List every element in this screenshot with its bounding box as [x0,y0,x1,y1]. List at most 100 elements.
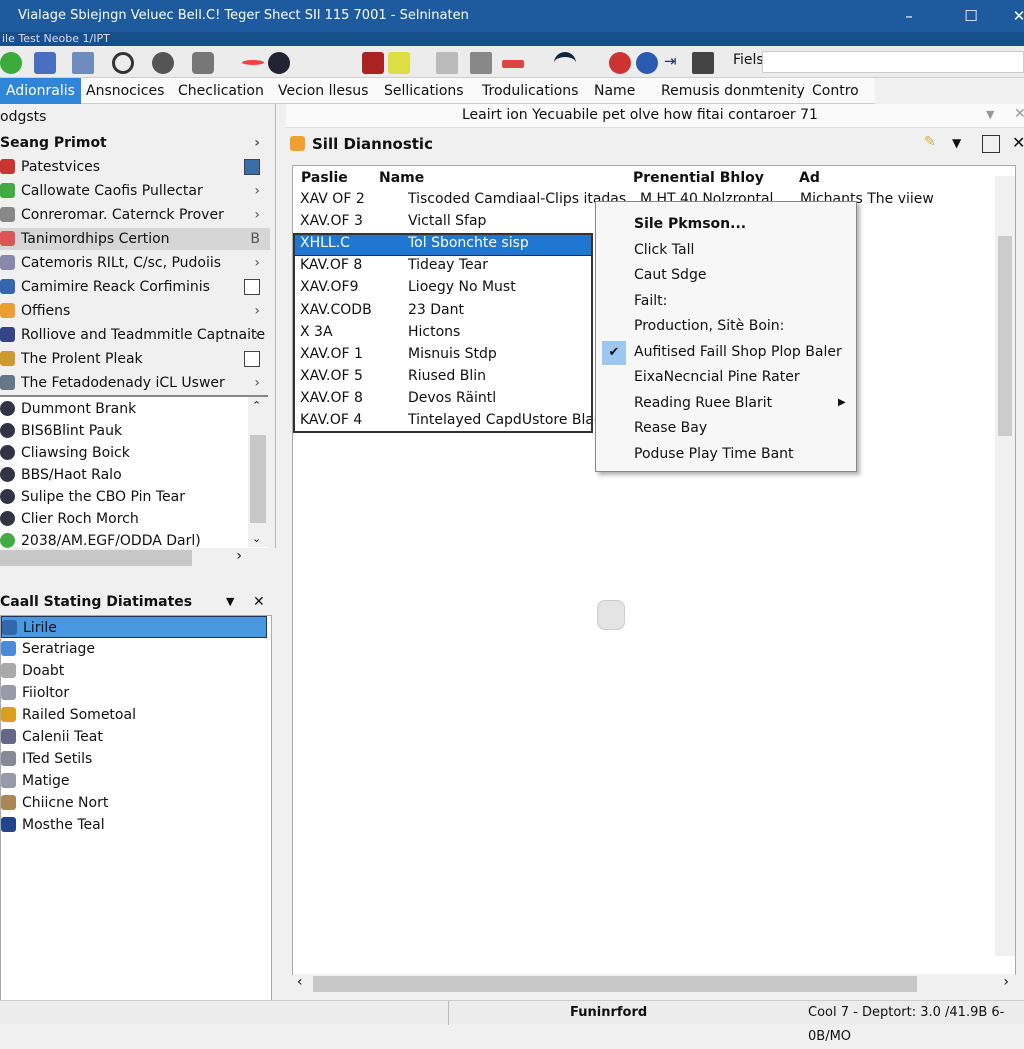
table-cell[interactable]: Victall Sfap [408,213,486,229]
list-item[interactable]: Cliawsing Boick [0,442,130,464]
list-item[interactable]: BBS/Haot Ralo [0,464,122,486]
table-cell[interactable]: XAV.OF 3 [300,213,363,229]
tree-root[interactable]: Seang Primot › [0,132,270,154]
menu-item[interactable]: EixaNecncial Pine Rater [634,369,800,385]
user-icon[interactable] [692,52,714,74]
column-header[interactable]: Name [379,170,424,186]
menu-item[interactable]: Caut Sdge [634,267,706,283]
tab-1[interactable]: Ansnocices [80,78,170,104]
menu-item[interactable]: Click Tall [634,242,694,258]
checkbox[interactable] [244,279,260,295]
close-icon[interactable]: ✕ [1012,133,1024,152]
menu-item[interactable]: Sile Pkmson... [634,216,746,232]
tab-5[interactable]: Trodulications [476,78,584,104]
maximize-button[interactable]: ☐ [948,0,994,32]
list-item[interactable]: Dummont Brank [0,398,136,420]
edit-icon[interactable]: ✎ [924,134,936,150]
record-icon[interactable] [268,52,290,74]
info-icon[interactable] [636,52,658,74]
stop-icon[interactable] [609,52,631,74]
diagnostic-item[interactable]: Railed Sometoal [1,704,267,726]
go-icon[interactable] [0,52,22,74]
tree-item[interactable]: Rolliove and Teadmmitle Captnaite › [0,324,270,346]
submenu-arrow-icon: ▶ [838,396,846,408]
list-item[interactable]: BIS6Blint Pauk [0,420,122,442]
column-header[interactable]: Prenential Bhloy [633,170,764,186]
lock-icon[interactable] [362,52,384,74]
diagnostic-item[interactable]: ITed Setils [1,748,267,770]
search-input[interactable] [762,51,1024,73]
diagnostic-item[interactable]: Doabt [1,660,267,682]
tree-item[interactable]: Camimire Reack Corfiminis [0,276,270,298]
filter-bar[interactable]: Leairt ion Yecuabile pet olve how fitai … [286,104,1024,128]
tree-item[interactable]: Patestvices [0,156,270,178]
clear-icon[interactable]: ✕ [1014,106,1024,122]
dropdown-icon[interactable]: ▼ [986,108,994,121]
diagnostic-item[interactable]: Lirile [1,616,267,638]
tab-2[interactable]: Checlication [172,78,270,104]
arrow-icon[interactable] [242,60,264,65]
restore-icon[interactable] [982,135,1000,153]
diagnostic-item[interactable]: Mosthe Teal [1,814,267,836]
checkbox[interactable] [244,159,260,175]
diagnostic-item[interactable]: Seratriage [1,638,267,660]
column-header[interactable]: Ad [799,170,820,186]
wifi-icon[interactable] [554,52,576,74]
tree-item[interactable]: Offiens › [0,300,270,322]
tool-icon[interactable] [34,52,56,74]
network-icon[interactable] [192,52,214,74]
menu-bar[interactable]: ile Test Neobe 1/IPT [0,32,1024,46]
monitor-icon[interactable] [72,52,94,74]
dropdown-icon[interactable]: ▼ [952,136,961,150]
tab-6[interactable]: Name [588,78,641,104]
settings-icon[interactable] [470,52,492,74]
globe-icon[interactable] [152,52,174,74]
table-cell[interactable]: Tiscoded Camdiaal-Clips itadas [408,191,626,207]
tree-root-label: Seang Primot [0,135,107,151]
horizontal-scrollbar[interactable]: ‹ › [293,974,1015,994]
tree-item[interactable]: Conreromar. Caternck Prover › [0,204,270,226]
lock-icon [597,600,625,630]
tab-3[interactable]: Vecion llesus [272,78,374,104]
menu-item[interactable]: Failt: [634,293,667,309]
tab-4[interactable]: Sellications [378,78,470,104]
tree-item[interactable]: The Fetadodenady iCL Uswer › [0,372,270,394]
table-cell[interactable]: XAV OF 2 [300,191,365,207]
menu-item[interactable]: Production, Sitè Boin: [634,318,784,334]
list-item-label: Dummont Brank [21,401,137,417]
list-item-label: 2038/AM.EGF/ODDA Darl) [21,533,201,549]
menu-item[interactable]: Aufitised Faill Shop Plop Baler [634,344,842,360]
tab-8[interactable]: Contro [806,78,865,104]
tab-0[interactable]: Adionralis [0,78,81,104]
tree-item[interactable]: Tanimordhips Certion B [0,228,270,250]
menu-item[interactable]: Poduse Play Time Bant [634,446,794,462]
checkbox[interactable] [244,351,260,367]
tree-item[interactable]: Callowate Caofis Pullectar › [0,180,270,202]
tab-7[interactable]: Remusis donmtenity [655,78,811,104]
close-button[interactable]: ✕ [996,0,1024,32]
close-icon[interactable]: ✕ [253,590,265,614]
menu-item[interactable]: Rease Bay [634,420,707,436]
folder-icon [290,136,305,151]
diagnostic-item[interactable]: Matige [1,770,267,792]
tree-item[interactable]: Catemoris RILt, C/sc, Pudoiis › [0,252,270,274]
diagnostic-item[interactable]: Fiioltor [1,682,267,704]
skip-icon[interactable]: ⇥ [664,52,677,74]
chart-icon[interactable] [436,52,458,74]
vertical-scrollbar[interactable]: ⌃ ⌄ [248,397,268,547]
list-item[interactable]: Clier Roch Morch [0,508,139,530]
list-item[interactable]: Sulipe the CBO Pin Tear [0,486,185,508]
vertical-scrollbar[interactable] [995,176,1015,956]
column-header[interactable]: Paslie [301,170,348,186]
diagnostic-item[interactable]: Chiicne Nort [1,792,267,814]
calendar-icon[interactable] [388,52,410,74]
minimize-button[interactable]: – [886,0,932,32]
tree-item[interactable]: The Prolent Pleak [0,348,270,370]
dropdown-icon[interactable]: ▼ [226,590,234,614]
horizontal-scrollbar[interactable]: › [0,548,276,568]
pen-icon[interactable] [502,60,524,68]
refresh-icon[interactable] [112,52,134,74]
diagnostic-item[interactable]: Calenii Teat [1,726,267,748]
menu-item[interactable]: Reading Ruee Blarit [634,395,772,411]
list-item-label: Cliawsing Boick [21,445,130,461]
